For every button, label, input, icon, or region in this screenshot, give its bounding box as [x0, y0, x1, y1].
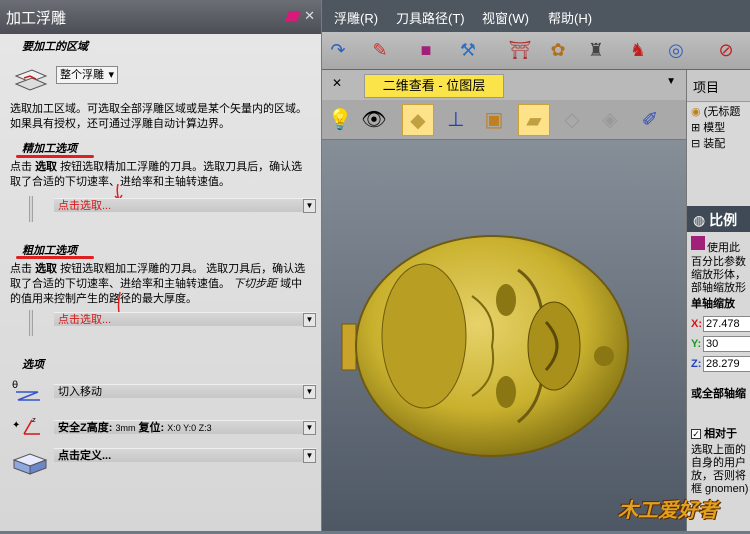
- dropdown-arrow-icon[interactable]: ▼: [303, 313, 316, 327]
- x-scale-row: X:: [691, 316, 750, 332]
- relative-desc-line: 选取上面的: [691, 444, 746, 456]
- menu-window[interactable]: 视窗(W): [482, 8, 529, 27]
- tab-2d-view[interactable]: 二维查看 - 位图层: [364, 74, 504, 98]
- close-tab-icon[interactable]: ✕: [332, 76, 342, 90]
- menu-help[interactable]: 帮助(H): [548, 8, 592, 27]
- panel-header: 加工浮雕 ✕: [0, 0, 321, 34]
- safe-z-select[interactable]: 安全Z高度: 3mm 复位: X:0 Y:0 Z:3 ▼: [54, 420, 316, 435]
- machine-relief-panel: 加工浮雕 ✕ 要加工的区域 整个浮雕 选取加工区域。可选取全部浮雕区域或是某个矢…: [0, 0, 322, 531]
- scale-desc-line: 部轴缩放形: [691, 282, 746, 294]
- menu-toolpath[interactable]: 刀具路径(T): [396, 8, 465, 27]
- folder-icon: ◉: [691, 106, 701, 118]
- tree-item-untitled[interactable]: ◉ (无标题: [687, 104, 750, 120]
- tree-item-assembly[interactable]: ⊟ 装配: [687, 136, 750, 152]
- pin-icon[interactable]: [285, 11, 301, 21]
- svg-text:✦: ✦: [12, 420, 20, 431]
- rough-tool-select[interactable]: 点击选取... ▼: [54, 312, 316, 327]
- finish-section-title: 精加工选项: [22, 142, 77, 155]
- annotation-underline: [16, 256, 94, 259]
- eye-icon[interactable]: 👁: [358, 104, 390, 136]
- shaded-icon-1[interactable]: ◇: [556, 104, 588, 136]
- dropdown-arrow-icon[interactable]: ▼: [303, 199, 316, 213]
- document-tabs: ✕ 二维查看 - 位图层 ▼: [322, 70, 686, 100]
- close-icon[interactable]: ✕: [304, 8, 315, 24]
- tools-icon[interactable]: ⚒: [456, 38, 480, 62]
- lightbulb-icon[interactable]: 💡: [324, 104, 356, 136]
- model-icon-2[interactable]: ✿: [546, 38, 570, 62]
- relative-desc-line: 放，否则将: [691, 470, 746, 482]
- lead-in-icon: θ: [12, 380, 40, 401]
- panel-body: 要加工的区域 整个浮雕 选取加工区域。可选取全部浮雕区域或是某个矢量内的区域。如…: [0, 34, 321, 531]
- model-icon-3[interactable]: ♜: [584, 38, 608, 62]
- box-icon[interactable]: ▣: [478, 104, 510, 136]
- globe-icon[interactable]: ◎: [664, 38, 688, 62]
- scale-desc-line: 使用此: [707, 242, 740, 254]
- material-define-select[interactable]: 点击定义... ▼: [54, 448, 316, 463]
- all-axis-label: 或全部轴缩: [691, 388, 746, 400]
- checkbox-checked-icon[interactable]: ✓: [691, 429, 701, 439]
- ring-icon: ◍: [693, 212, 706, 228]
- safe-z-icon: ✦ z: [12, 416, 40, 435]
- scale-header: ◍ 比例: [687, 206, 750, 232]
- book-icon: [691, 236, 705, 250]
- options-section-title: 选项: [22, 358, 44, 371]
- dropdown-arrow-icon[interactable]: ▼: [303, 421, 316, 435]
- y-scale-input[interactable]: [703, 336, 750, 352]
- material-icon[interactable]: ▰: [518, 104, 550, 136]
- tree-item-model[interactable]: ⊞ 模型: [687, 120, 750, 136]
- relief-model: [341, 235, 629, 457]
- tab-dropdown-icon[interactable]: ▼: [666, 76, 676, 87]
- finish-description: 点击 选取 按钮选取精加工浮雕的刀具。选取刀具后，确认选取了合适的下切速率、进给…: [10, 161, 303, 188]
- svg-text:θ: θ: [12, 380, 18, 391]
- region-description: 选取加工区域。可选取全部浮雕区域或是某个矢量内的区域。如果具有授权，还可通过浮雕…: [10, 103, 307, 130]
- 3d-viewport[interactable]: [322, 140, 686, 531]
- dropdown-arrow-icon[interactable]: ▼: [303, 449, 316, 463]
- finish-tool-icon: [26, 196, 36, 226]
- model-icon-1[interactable]: ⛩: [508, 38, 532, 62]
- material-block-icon: [12, 453, 48, 475]
- main-toolbar: ↷ ✎ ■ ⚒ ⛩ ✿ ♜ ♞ ◎ ⊘: [322, 32, 750, 70]
- y-scale-row: Y:: [691, 336, 750, 352]
- edit-icon[interactable]: ✎: [368, 38, 392, 62]
- z-scale-row: Z:: [691, 356, 750, 372]
- watermark-logo: 木工爱好者: [618, 500, 718, 522]
- dropdown-arrow-icon[interactable]: ▼: [303, 385, 316, 399]
- view-plane-icon[interactable]: ◆: [402, 104, 434, 136]
- project-tree: ◉ (无标题 ⊞ 模型 ⊟ 装配: [687, 102, 750, 152]
- relief-region-icon: [14, 69, 48, 91]
- region-section-title: 要加工的区域: [22, 40, 88, 53]
- single-axis-label: 单轴缩放: [691, 298, 735, 310]
- rough-tool-icon: [26, 310, 36, 340]
- menu-bar: 浮雕(R) 刀具路径(T) 视窗(W) 帮助(H): [322, 0, 750, 32]
- relative-desc-line: 自身的用户: [691, 457, 746, 469]
- z-scale-input[interactable]: [703, 356, 750, 372]
- axes-icon[interactable]: ⊥: [440, 104, 472, 136]
- view-toolbar: 💡 👁 ◆ ⊥ ▣ ▰ ◇ ◈ ✐: [322, 100, 686, 140]
- x-scale-input[interactable]: [703, 316, 750, 332]
- scale-desc-line: 百分比参数: [691, 256, 746, 268]
- panel-title: 加工浮雕: [6, 9, 67, 27]
- menu-relief[interactable]: 浮雕(R): [334, 8, 378, 27]
- transform-icon[interactable]: ⊘: [714, 38, 738, 62]
- redo-icon[interactable]: ↷: [326, 38, 350, 62]
- svg-text:z: z: [32, 416, 36, 424]
- shaded-icon-2[interactable]: ◈: [594, 104, 626, 136]
- relative-checkbox-row[interactable]: ✓ 相对于: [691, 428, 737, 441]
- region-select[interactable]: 整个浮雕: [56, 66, 118, 84]
- lead-in-select[interactable]: 切入移动 ▼: [54, 384, 316, 399]
- rough-description: 点击 选取 按钮选取粗加工浮雕的刀具。 选取刀具后，确认选取了合适的下切速率、进…: [10, 263, 306, 305]
- finish-tool-select[interactable]: 点击选取... ▼: [54, 198, 316, 213]
- scale-desc-line: 缩放形体，: [691, 269, 746, 281]
- annotation-underline: [16, 155, 94, 158]
- project-panel: 项目 ◉ (无标题 ⊞ 模型 ⊟ 装配 ◍ 比例 使用此 百分比参数 缩放形体，…: [686, 70, 750, 531]
- model-icon-4[interactable]: ♞: [626, 38, 650, 62]
- brush-icon[interactable]: ✐: [634, 104, 666, 136]
- project-title: 项目: [687, 70, 750, 102]
- book-icon[interactable]: ■: [414, 38, 438, 62]
